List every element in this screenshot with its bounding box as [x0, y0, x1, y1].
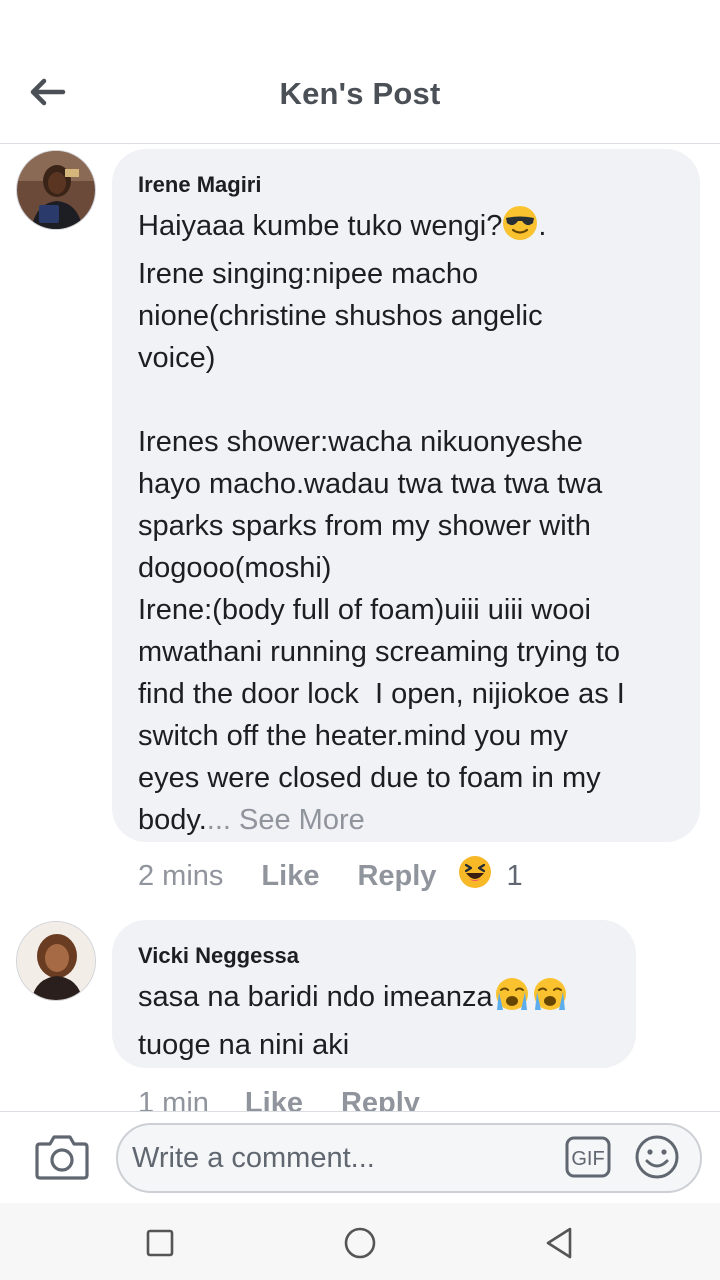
- comment-actions: 2 mins Like Reply 1: [138, 856, 523, 896]
- laughing-reaction-icon[interactable]: [458, 855, 492, 897]
- system-back-button[interactable]: [542, 1225, 578, 1261]
- comments-list: Irene Magiri Haiyaaa kumbe tuko wengi?. …: [0, 145, 720, 1111]
- smiley-icon: [635, 1135, 679, 1179]
- camera-icon: [35, 1135, 89, 1180]
- like-button[interactable]: Like: [261, 860, 319, 893]
- comment-text-rest: Irene singing:nipee macho nione(christin…: [138, 258, 625, 836]
- comment-actions: 1 min Like Reply: [138, 1083, 442, 1112]
- gif-label: GIF: [571, 1148, 604, 1170]
- comment-bubble: Irene Magiri Haiyaaa kumbe tuko wengi?. …: [112, 149, 700, 842]
- profile-photo: [17, 151, 95, 229]
- comment-text-rest: tuoge na nini aki: [138, 1029, 350, 1061]
- reply-button[interactable]: Reply: [341, 1087, 420, 1112]
- comment-text: Haiyaaa kumbe tuko wengi?. Irene singing…: [138, 205, 674, 841]
- emoji-button[interactable]: [634, 1134, 680, 1180]
- loudly-crying-face-emoji: [493, 976, 531, 1024]
- like-button[interactable]: Like: [245, 1087, 303, 1112]
- comment-author[interactable]: Irene Magiri: [138, 171, 674, 199]
- reply-button[interactable]: Reply: [357, 860, 436, 893]
- comment-input-placeholder: Write a comment...: [132, 1142, 375, 1174]
- gif-button[interactable]: GIF: [565, 1136, 611, 1178]
- recents-button[interactable]: [142, 1225, 178, 1261]
- app-header: Ken's Post: [0, 0, 720, 144]
- comment-text: sasa na baridi ndo imeanza tuoge na nini…: [138, 976, 610, 1066]
- ellipsis: ...: [206, 804, 231, 836]
- system-nav-bar: [0, 1203, 720, 1280]
- comment-timestamp[interactable]: 1 min: [138, 1087, 209, 1112]
- post-comments-screen: Ken's Post Irene Magiri Haiyaaa kumbe tu…: [0, 0, 720, 1280]
- home-circle-icon: [344, 1227, 376, 1259]
- avatar-irene[interactable]: [16, 150, 96, 230]
- comment-composer: Write a comment... GIF: [0, 1111, 720, 1203]
- back-triangle-icon: [546, 1227, 572, 1259]
- comment-text-line: Haiyaaa kumbe tuko wengi?: [138, 210, 503, 242]
- smiling-face-with-sunglasses-emoji: [502, 205, 538, 253]
- comment-input[interactable]: Write a comment... GIF: [116, 1123, 702, 1193]
- comment-author[interactable]: Vicki Neggessa: [138, 942, 610, 970]
- comment-text-line: sasa na baridi ndo imeanza: [138, 981, 493, 1013]
- see-more-link[interactable]: See More: [231, 804, 365, 836]
- camera-button[interactable]: [34, 1132, 90, 1182]
- recents-square-icon: [146, 1229, 174, 1257]
- avatar-vicki[interactable]: [16, 921, 96, 1001]
- comment-text-punct: .: [538, 210, 547, 242]
- comment-timestamp[interactable]: 2 mins: [138, 860, 223, 893]
- loudly-crying-face-emoji: [531, 976, 569, 1024]
- page-title: Ken's Post: [279, 76, 441, 111]
- comment-bubble: Vicki Neggessa sasa na baridi ndo imeanz…: [112, 920, 636, 1068]
- gif-icon: GIF: [565, 1136, 611, 1178]
- profile-photo: [17, 922, 95, 1000]
- home-button[interactable]: [342, 1225, 378, 1261]
- reaction-count[interactable]: 1: [506, 860, 522, 893]
